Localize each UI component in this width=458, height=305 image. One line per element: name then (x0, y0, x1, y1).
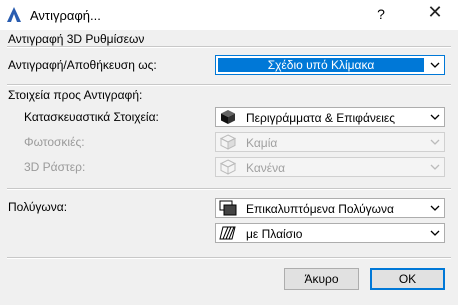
divider (7, 188, 451, 190)
shadows-label: Φωτοσκιές: (24, 135, 85, 149)
hatched-frame-icon (219, 226, 236, 240)
frame-value: με Πλαίσιο (246, 227, 303, 241)
elements-value: Περιγράμματα & Επιφάνειες (246, 111, 396, 125)
save-as-dropdown[interactable]: Σχέδιο υπό Κλίμακα (215, 55, 445, 75)
shadows-value: Καμία (246, 136, 278, 150)
divider (7, 257, 451, 259)
cube-shadow-icon (219, 134, 237, 150)
chevron-down-icon (430, 62, 440, 68)
polygons-dropdown[interactable]: Επικαλυπτόμενα Πολύγωνα (215, 198, 445, 218)
chevron-down-icon (430, 114, 440, 120)
raster-label: 3D Ράστερ: (24, 160, 86, 174)
section-header-3d: Αντιγραφή 3D Ρυθμίσεων (8, 32, 145, 46)
raster-value: Κανένα (246, 161, 286, 175)
cube-solid-icon (221, 110, 235, 124)
chevron-down-icon (430, 230, 440, 236)
chevron-down-icon (430, 139, 440, 145)
polygons-label: Πολύγωνα: (8, 200, 68, 214)
ok-button[interactable]: OK (370, 268, 445, 290)
shadows-dropdown[interactable]: Καμία (215, 132, 445, 152)
divider (7, 46, 451, 48)
raster-dropdown[interactable]: Κανένα (215, 157, 445, 177)
window-title: Αντιγραφή... (30, 8, 101, 23)
help-button[interactable]: ? (372, 6, 390, 22)
overlapping-polygons-icon (219, 200, 237, 216)
elements-dropdown[interactable]: Περιγράμματα & Επιφάνειες (215, 107, 445, 127)
section-header-elements: Στοιχεία προς Αντιγραφή: (8, 88, 143, 102)
dialog-content: Αντιγραφή 3D Ρυθμίσεων Αντιγραφή/Αποθήκε… (0, 30, 458, 305)
save-as-label: Αντιγραφή/Αποθήκευση ως: (8, 58, 157, 72)
polygons-value: Επικαλυπτόμενα Πολύγωνα (246, 202, 394, 216)
frame-dropdown[interactable]: με Πλαίσιο (215, 223, 445, 243)
chevron-down-icon (430, 164, 440, 170)
close-button[interactable]: ✕ (424, 2, 446, 23)
save-as-value: Σχέδιο υπό Κλίμακα (218, 58, 424, 72)
cancel-button[interactable]: Άκυρο (284, 268, 359, 290)
title-bar: Αντιγραφή... ? ✕ (0, 0, 458, 30)
app-logo-icon (7, 7, 21, 22)
divider (7, 84, 451, 86)
chevron-down-icon (430, 205, 440, 211)
cube-wireframe-icon (219, 159, 237, 175)
elements-label: Κατασκευαστικά Στοιχεία: (24, 110, 159, 124)
